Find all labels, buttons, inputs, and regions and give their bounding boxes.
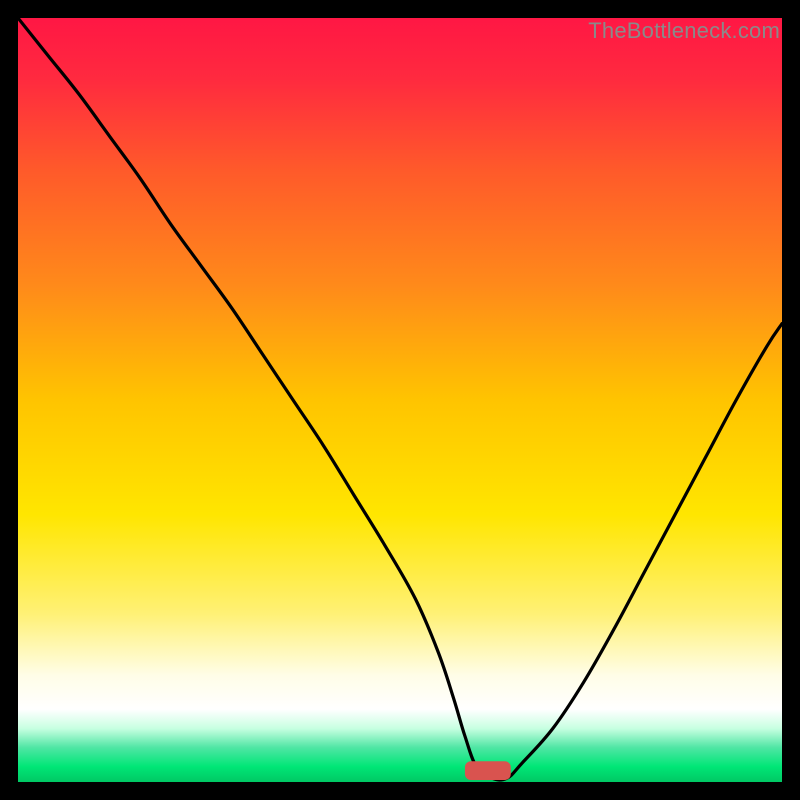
chart-frame: TheBottleneck.com: [18, 18, 782, 782]
watermark-text: TheBottleneck.com: [588, 18, 780, 44]
bottleneck-chart: [18, 18, 782, 782]
optimal-marker: [465, 761, 511, 780]
gradient-background: [18, 18, 782, 782]
